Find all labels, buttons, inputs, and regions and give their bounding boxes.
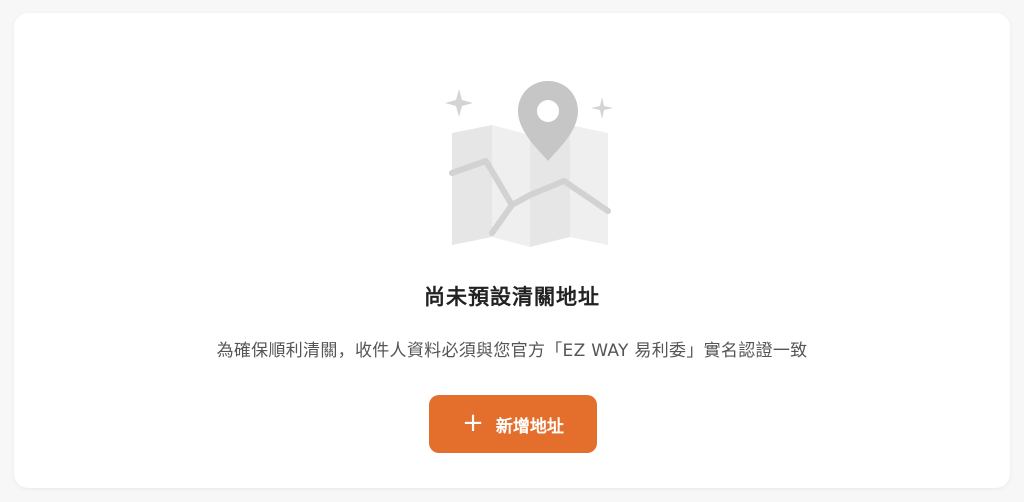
plus-icon: +	[462, 407, 484, 438]
sparkle-icon	[445, 89, 473, 117]
empty-state-title: 尚未預設清關地址	[424, 285, 600, 309]
add-address-button[interactable]: + 新增地址	[429, 395, 597, 453]
sparkle-icon	[591, 97, 613, 119]
map-pin-icon	[445, 81, 613, 247]
add-address-label: 新增地址	[495, 416, 564, 437]
empty-address-card: 尚未預設清關地址 為確保順利清關，收件人資料必須與您官方「EZ WAY 易利委」…	[14, 13, 1010, 488]
empty-state-description: 為確保順利清關，收件人資料必須與您官方「EZ WAY 易利委」實名認證一致	[216, 341, 808, 361]
